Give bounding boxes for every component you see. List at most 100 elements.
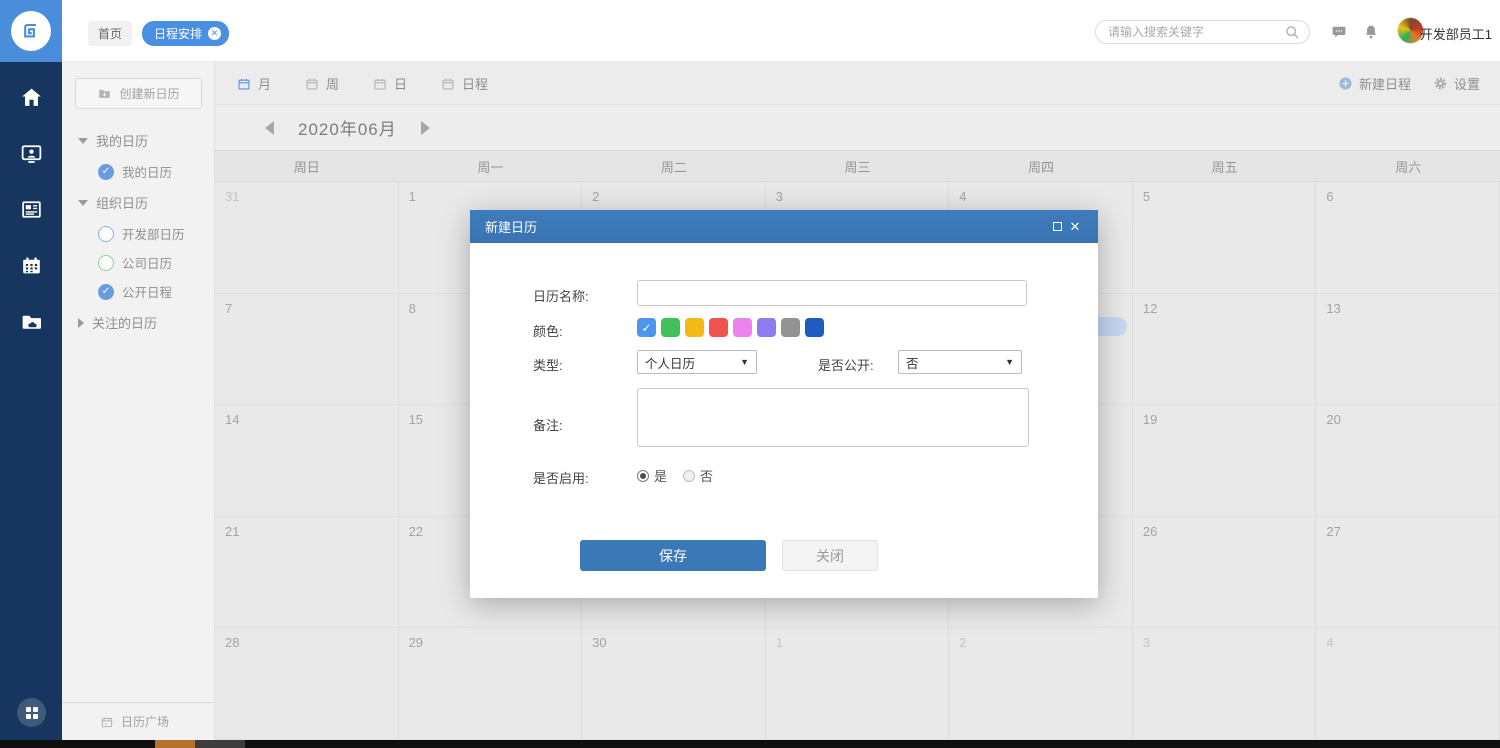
tree-item-1-1[interactable]: 公司日历: [62, 248, 214, 277]
message-icon[interactable]: [1330, 23, 1348, 41]
calendar-market-link[interactable]: 日历广场: [62, 702, 214, 740]
new-event-label: 新建日程: [1359, 74, 1411, 93]
user-name[interactable]: 开发部员工1: [1420, 24, 1492, 43]
calendar-cell[interactable]: 1: [766, 628, 950, 740]
chevron-down-icon[interactable]: [78, 200, 88, 206]
calendar-cell[interactable]: 4: [1316, 628, 1500, 740]
tree-item-1-0[interactable]: 开发部日历: [62, 219, 214, 248]
view-tab-agenda[interactable]: 日程: [441, 74, 488, 93]
view-tabs: 月 周 日 日程: [237, 62, 488, 105]
circle-green-icon[interactable]: [98, 255, 114, 271]
radio-icon[interactable]: [637, 470, 649, 482]
close-icon[interactable]: ✕: [1066, 218, 1084, 236]
radio-icon[interactable]: [683, 470, 695, 482]
checked-blue-icon[interactable]: ✓: [98, 164, 114, 180]
new-event-button[interactable]: 新建日程: [1338, 74, 1411, 93]
app-sidebar: [0, 0, 62, 740]
public-select-value: 否: [906, 353, 919, 372]
create-calendar-button[interactable]: 创建新日历: [75, 78, 202, 109]
date-number: 31: [225, 189, 239, 204]
settings-button[interactable]: 设置: [1433, 74, 1480, 93]
contacts-icon[interactable]: [18, 140, 45, 167]
date-number: 1: [409, 189, 416, 204]
calendar-cell[interactable]: 21: [215, 517, 399, 629]
date-number: 2: [959, 635, 966, 650]
view-tab-month[interactable]: 月: [237, 74, 271, 93]
modal-header[interactable]: 新建日历 ✕: [470, 210, 1098, 243]
calendar-cell[interactable]: 20: [1316, 405, 1500, 517]
date-number: 21: [225, 524, 239, 539]
enable-radio-1[interactable]: 否: [683, 466, 713, 485]
color-swatch-3[interactable]: [709, 318, 728, 337]
month-navigation: 2020年06月: [215, 105, 1500, 150]
close-button[interactable]: 关闭: [782, 540, 878, 571]
calendar-cell[interactable]: 13: [1316, 294, 1500, 406]
color-swatch-1[interactable]: [661, 318, 680, 337]
date-number: 14: [225, 412, 239, 427]
app-logo[interactable]: [0, 0, 62, 62]
tree-item-0-0[interactable]: ✓我的日历: [62, 157, 214, 186]
circle-blue-icon[interactable]: [98, 226, 114, 242]
calendar-cell[interactable]: 19: [1133, 405, 1317, 517]
calendar-cell[interactable]: 30: [582, 628, 766, 740]
date-number: 6: [1326, 189, 1333, 204]
calendar-cell[interactable]: 29: [399, 628, 583, 740]
save-button[interactable]: 保存: [580, 540, 766, 571]
calendar-cell[interactable]: 26: [1133, 517, 1317, 629]
calendar-cell[interactable]: 27: [1316, 517, 1500, 629]
calendar-cell[interactable]: 28: [215, 628, 399, 740]
home-icon[interactable]: [18, 84, 45, 111]
color-swatch-0[interactable]: ✓: [637, 318, 656, 337]
tab-close-icon[interactable]: ✕: [208, 27, 221, 40]
remark-textarea[interactable]: [637, 388, 1029, 447]
view-tab-day[interactable]: 日: [373, 74, 407, 93]
date-number: 20: [1326, 412, 1340, 427]
chevron-down-icon[interactable]: [78, 138, 88, 144]
tab-home[interactable]: 首页: [88, 21, 132, 46]
date-number: 30: [592, 635, 606, 650]
bell-icon[interactable]: [1362, 23, 1380, 41]
calendar-icon[interactable]: [18, 252, 45, 279]
calendar-cell[interactable]: 2: [949, 628, 1133, 740]
apps-grid-icon[interactable]: [17, 698, 46, 727]
public-select[interactable]: 否 ▼: [898, 350, 1022, 374]
tree-group-2[interactable]: 关注的日历: [62, 306, 214, 339]
enable-radio-0[interactable]: 是: [637, 466, 667, 485]
color-swatch-7[interactable]: [805, 318, 824, 337]
color-swatch-5[interactable]: [757, 318, 776, 337]
tree-group-1[interactable]: 组织日历: [62, 186, 214, 219]
news-icon[interactable]: [18, 196, 45, 223]
view-tab-week[interactable]: 周: [305, 74, 339, 93]
search-icon[interactable]: [1283, 23, 1301, 41]
calendar-cell[interactable]: 12: [1133, 294, 1317, 406]
calendar-cell[interactable]: 5: [1133, 182, 1317, 294]
view-tab-label: 月: [258, 74, 271, 93]
calendar-cell[interactable]: 14: [215, 405, 399, 517]
checked-blue-icon[interactable]: ✓: [98, 284, 114, 300]
color-swatch-2[interactable]: [685, 318, 704, 337]
public-label: 是否公开:: [818, 355, 874, 374]
maximize-icon[interactable]: [1048, 218, 1066, 236]
tree-group-0[interactable]: 我的日历: [62, 124, 214, 157]
calendar-cell[interactable]: 3: [1133, 628, 1317, 740]
search-input[interactable]: [1108, 25, 1283, 39]
calendar-cell[interactable]: 31: [215, 182, 399, 294]
calendar-cell[interactable]: 6: [1316, 182, 1500, 294]
new-calendar-modal: 新建日历 ✕ 日历名称: 颜色: ✓ 类型: 个人日历 ▼ 是否公开: 否 ▼ …: [470, 210, 1098, 598]
chevron-right-icon[interactable]: [78, 318, 84, 328]
type-select[interactable]: 个人日历 ▼: [637, 350, 757, 374]
tree-item-1-2[interactable]: ✓公开日程: [62, 277, 214, 306]
breadcrumb: 首页 日程安排 ✕: [88, 21, 229, 46]
calendar-market-icon: [100, 715, 114, 729]
weekday-header-row: 周日周一周二周三周四周五周六: [215, 150, 1500, 182]
calendar-cell[interactable]: 7: [215, 294, 399, 406]
next-month-icon[interactable]: [421, 121, 430, 135]
prev-month-icon[interactable]: [265, 121, 274, 135]
color-swatch-4[interactable]: [733, 318, 752, 337]
tree-item-label: 公司日历: [122, 253, 172, 272]
files-icon[interactable]: [18, 308, 45, 335]
color-swatch-6[interactable]: [781, 318, 800, 337]
tab-schedule[interactable]: 日程安排 ✕: [142, 21, 229, 46]
date-number: 27: [1326, 524, 1340, 539]
calendar-name-input[interactable]: [637, 280, 1027, 306]
